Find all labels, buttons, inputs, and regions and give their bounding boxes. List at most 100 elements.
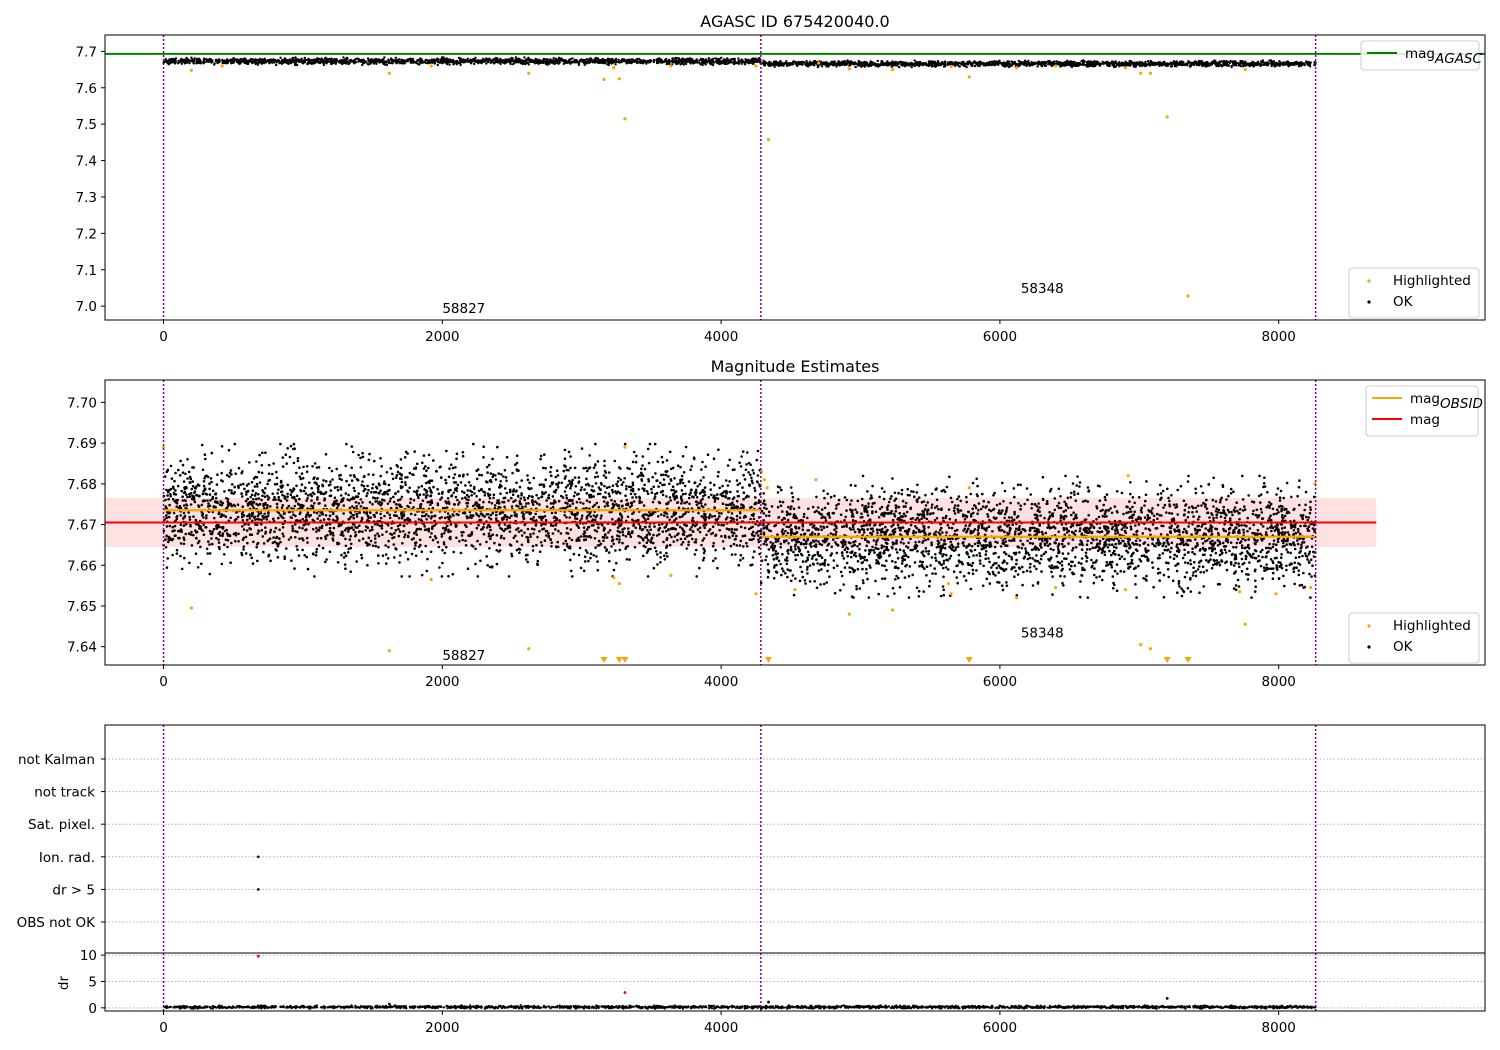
ok-point	[449, 530, 453, 533]
ok-point	[388, 516, 392, 520]
ok-point	[296, 457, 300, 460]
ok-point	[370, 525, 374, 529]
ok-point	[822, 61, 826, 64]
ok-point	[1133, 61, 1136, 65]
ok-point	[301, 548, 304, 552]
ok-point	[721, 502, 725, 506]
ok-point	[196, 566, 200, 569]
ok-point	[535, 543, 538, 547]
ok-point	[1047, 62, 1050, 66]
ok-point	[251, 489, 255, 493]
ok-point	[221, 525, 225, 529]
highlighted-point	[754, 64, 758, 68]
ok-point	[1143, 64, 1147, 68]
ok-point	[289, 444, 293, 448]
ok-point	[398, 530, 402, 533]
ok-point	[738, 516, 742, 519]
ok-point	[367, 473, 370, 476]
ok-point	[526, 527, 530, 531]
ok-point	[948, 61, 952, 65]
ok-point	[923, 62, 926, 66]
magnitude-estimates-plot: 58827583480 2000 4000 6000 80007.647.657.667…	[67, 379, 1486, 690]
ok-point	[742, 545, 745, 548]
ok-point	[601, 535, 605, 539]
ok-point	[464, 496, 467, 499]
ok-point	[661, 460, 665, 464]
ok-point	[255, 485, 259, 488]
ok-point	[345, 58, 348, 62]
ok-point	[603, 546, 607, 549]
ok-point	[786, 64, 789, 67]
ok-point	[714, 548, 717, 552]
ok-point	[226, 61, 229, 65]
ok-point	[943, 61, 947, 64]
ok-point	[430, 511, 433, 514]
ok-point	[324, 453, 328, 456]
ok-point	[205, 60, 208, 63]
ok-point	[349, 474, 352, 477]
ok-point	[526, 61, 529, 65]
ok-point	[1104, 61, 1107, 64]
ok-point	[258, 453, 261, 457]
ok-point	[475, 526, 479, 530]
ok-point	[507, 499, 510, 502]
ok-point	[525, 558, 528, 561]
ok-point	[424, 465, 427, 468]
ok-point	[756, 534, 760, 537]
ok-point	[695, 500, 698, 504]
ok-point	[1046, 60, 1050, 63]
ok-point	[281, 532, 285, 535]
ok-point	[213, 63, 216, 66]
ok-point	[660, 473, 663, 477]
ok-point	[673, 477, 676, 480]
ok-point	[711, 60, 714, 63]
ok-point	[222, 60, 225, 63]
ok-point	[379, 516, 383, 520]
ok-point	[172, 511, 176, 515]
ok-point	[535, 59, 539, 62]
ok-point	[174, 471, 177, 475]
ok-point	[700, 58, 703, 61]
ok-point	[649, 547, 652, 551]
ok-point	[514, 534, 517, 537]
ok-point	[401, 59, 404, 62]
ok-point	[194, 536, 198, 540]
ok-point	[608, 529, 612, 532]
ok-point	[246, 541, 249, 545]
ok-point	[663, 557, 667, 561]
ok-point	[382, 58, 385, 61]
ok-point	[230, 541, 233, 545]
ok-point	[183, 556, 186, 560]
ok-point	[743, 63, 747, 66]
ok-point	[577, 481, 580, 484]
ok-point	[731, 468, 735, 472]
ok-point	[472, 442, 475, 446]
ok-point	[886, 60, 889, 63]
ok-point	[608, 485, 611, 489]
ok-point	[751, 62, 754, 65]
ok-point	[564, 486, 568, 489]
ok-point	[448, 63, 451, 66]
ok-point	[611, 518, 614, 521]
ok-point	[486, 564, 489, 567]
ok-point	[769, 61, 772, 64]
ok-point	[382, 62, 385, 65]
ok-point	[662, 540, 665, 544]
ok-point	[1149, 62, 1152, 66]
ok-point	[529, 535, 532, 538]
ok-point	[413, 513, 417, 517]
ok-point	[662, 60, 666, 64]
highlighted-point	[1054, 64, 1058, 68]
ok-point	[1055, 60, 1058, 63]
ok-point	[713, 57, 717, 60]
ok-point	[665, 551, 668, 555]
ok-point	[261, 535, 265, 538]
ok-point	[749, 59, 752, 62]
ok-point	[361, 451, 364, 455]
ok-point	[751, 556, 755, 559]
ok-point	[599, 517, 603, 520]
ok-point	[1043, 64, 1047, 68]
ok-point	[293, 567, 296, 570]
ok-point	[377, 491, 381, 495]
ok-point	[739, 558, 742, 562]
